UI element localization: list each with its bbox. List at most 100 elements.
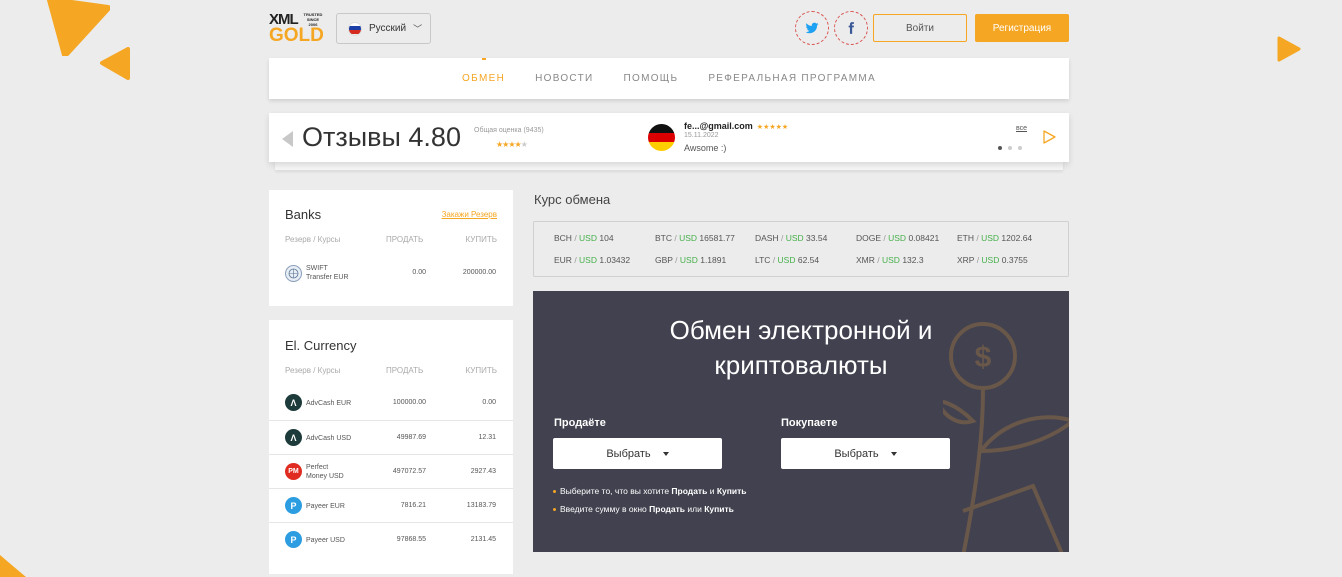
select-label: Выбрать	[834, 447, 879, 460]
table-row[interactable]: P Payeer USD 97868.55 2131.45	[269, 522, 513, 556]
russia-flag-icon	[348, 21, 362, 36]
rate-quote: USD	[881, 255, 900, 265]
currency-name: SWIFT Transfer EUR	[306, 264, 349, 282]
buy-value: 200000.00	[462, 269, 496, 276]
buy-value: 2927.43	[470, 468, 496, 475]
rate-separator: /	[770, 255, 778, 265]
rate-base: GBP	[655, 255, 673, 265]
rate-value: 62.54	[797, 255, 820, 265]
currency-name: AdvCash EUR	[306, 400, 352, 407]
reviews-next-arrow-icon[interactable]	[1042, 130, 1056, 144]
rate-item: ETH / USD 1202.64	[957, 233, 1032, 243]
buy-value: 0.00	[482, 399, 496, 406]
pagination-dot[interactable]	[998, 146, 1002, 150]
reviews-rating-stars: ★★★★★	[496, 140, 528, 149]
sell-value: 97868.55	[396, 536, 426, 543]
select-label: Выбрать	[606, 447, 651, 460]
hint-bold: Купить	[716, 486, 747, 496]
rate-item: LTC / USD 62.54	[755, 255, 819, 265]
sell-currency-select[interactable]: Выбрать	[553, 438, 722, 469]
exchange-panel: $ Обмен электронной и криптовалюты Продаё…	[533, 291, 1069, 552]
rate-item: DASH / USD 33.54	[755, 233, 827, 243]
table-row[interactable]: P Payeer EUR 7816.21 13183.79	[269, 488, 513, 522]
buy-value: 2131.45	[470, 536, 496, 543]
nav-item-help[interactable]: ПОМОЩЬ	[624, 73, 679, 84]
main-nav: ОБМЕН НОВОСТИ ПОМОЩЬ РЕФЕРАЛЬНАЯ ПРОГРАМ…	[269, 58, 1069, 99]
header-reserve: Резерв / Курсы	[285, 235, 341, 244]
rate-base: BCH	[554, 233, 572, 243]
order-reserve-link[interactable]: Закажи Резерв	[442, 210, 497, 219]
empty-stars: ★	[520, 140, 528, 149]
decor-triangle-small	[100, 47, 130, 80]
language-selector[interactable]: Русский ﹀	[336, 13, 431, 44]
rate-base: LTC	[755, 255, 771, 265]
payeer-icon: P	[285, 497, 302, 514]
hint-select: Выберите то, что вы хотите Продать и Куп…	[552, 486, 747, 496]
hint-text: Введите сумму в окно	[560, 504, 650, 514]
reviews-shadow-card	[275, 162, 1063, 170]
rate-separator: /	[571, 255, 580, 265]
header-buy: КУПИТЬ	[465, 366, 497, 375]
twitter-button[interactable]	[795, 11, 829, 45]
nav-item-referral[interactable]: РЕФЕРАЛЬНАЯ ПРОГРАММА	[708, 73, 876, 84]
login-button[interactable]: Войти	[873, 14, 967, 42]
rate-value: 0.3755	[1001, 255, 1028, 265]
nav-item-news[interactable]: НОВОСТИ	[535, 73, 593, 84]
rate-value: 0.08421	[908, 233, 940, 243]
advcash-icon: Λ	[285, 394, 302, 411]
pagination-dot[interactable]	[1018, 146, 1022, 150]
exchange-title: Обмен электронной и криптовалюты	[533, 313, 1069, 383]
pagination-dot[interactable]	[1008, 146, 1012, 150]
reviews-prev-arrow-icon[interactable]	[282, 131, 293, 147]
nav-item-exchange[interactable]: ОБМЕН	[462, 58, 505, 84]
currency-name-line2: Transfer EUR	[306, 274, 349, 281]
rate-item: GBP / USD 1.1891	[655, 255, 726, 265]
hint-bold: Купить	[704, 504, 734, 514]
table-row[interactable]: Λ AdvCash EUR 100000.00 0.00	[269, 386, 513, 420]
rate-quote: USD	[981, 233, 1000, 243]
header-sell: ПРОДАТЬ	[386, 235, 424, 244]
sell-value: 497072.57	[392, 468, 426, 475]
reviews-pagination	[998, 146, 1022, 150]
currency-name: Payeer USD	[306, 537, 345, 544]
rate-item: BCH / USD 104	[554, 233, 614, 243]
rate-base: XRP	[957, 255, 975, 265]
rate-base: DOGE	[856, 233, 882, 243]
register-button[interactable]: Регистрация	[975, 14, 1069, 42]
language-label: Русский	[369, 23, 407, 34]
rate-quote: USD	[679, 233, 698, 243]
rate-base: BTC	[655, 233, 672, 243]
facebook-button[interactable]	[834, 11, 868, 45]
reviews-total: Общая оценка (9435)	[474, 127, 544, 134]
table-row[interactable]: Λ AdvCash USD 49987.69 12.31	[269, 420, 513, 454]
sell-label: Продаёте	[554, 417, 606, 429]
reviews-all-link[interactable]: все	[1016, 125, 1027, 132]
rate-quote: USD	[888, 233, 907, 243]
reviews-title: Отзывы 4.80	[302, 122, 461, 152]
perfect-money-icon: PM	[285, 463, 302, 480]
table-row[interactable]: PM Perfect Money USD 497072.57 2927.43	[269, 454, 513, 488]
facebook-icon	[848, 22, 854, 34]
sell-value: 0.00	[412, 269, 426, 276]
filled-stars: ★★★★	[496, 140, 522, 149]
hint-text: или	[685, 504, 705, 514]
review-user: fe...@gmail.com ★★★★★	[684, 121, 788, 131]
hint-amount: Введите сумму в окно Продать или Купить	[553, 504, 734, 514]
logo-gold: GOLD	[269, 25, 324, 46]
caret-down-icon	[662, 451, 669, 456]
hint-text: Выберите то, что вы хотите	[560, 486, 672, 496]
rate-item: DOGE / USD 0.08421	[856, 233, 939, 243]
rate-base: EUR	[554, 255, 572, 265]
logo[interactable]: XML TRUSTED SINCE 2006 GOLD	[269, 11, 327, 46]
rate-base: ETH	[957, 233, 974, 243]
rate-separator: /	[672, 255, 680, 265]
rates-title: Курс обмена	[534, 192, 611, 207]
rate-separator: /	[571, 233, 580, 243]
rate-item: XMR / USD 132.3	[856, 255, 924, 265]
buy-currency-select[interactable]: Выбрать	[781, 438, 950, 469]
sell-value: 100000.00	[392, 399, 426, 406]
decor-curve	[0, 555, 26, 577]
rate-quote: USD	[785, 233, 804, 243]
advcash-icon: Λ	[285, 429, 302, 446]
table-row[interactable]: SWIFT Transfer EUR 0.00 200000.00	[269, 256, 513, 290]
